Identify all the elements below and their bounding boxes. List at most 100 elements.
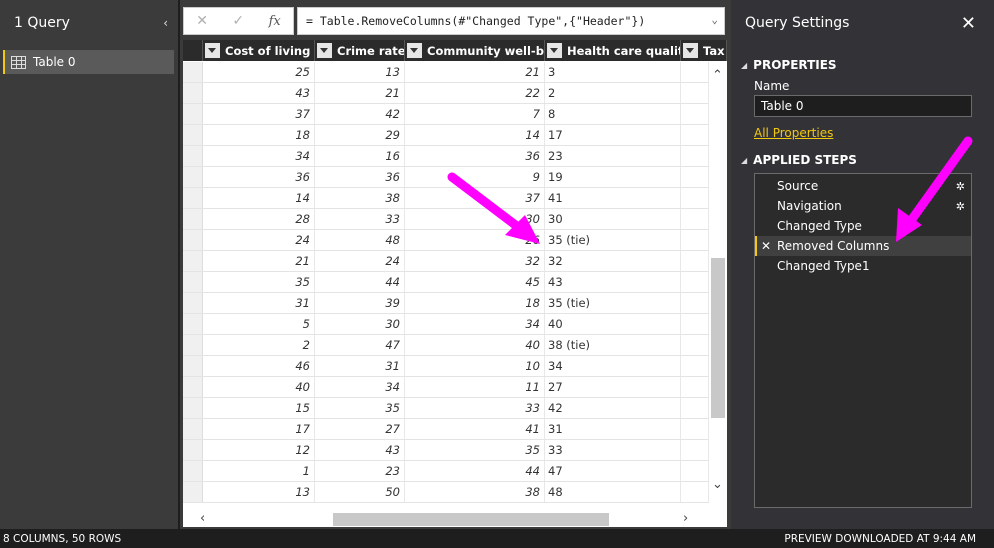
table-cell[interactable]: 36 bbox=[203, 167, 315, 187]
row-index-cell[interactable] bbox=[183, 398, 203, 418]
table-row[interactable]: 18 29 14 17 bbox=[183, 125, 709, 146]
table-cell[interactable]: 42 bbox=[545, 398, 681, 418]
table-cell[interactable]: 12 bbox=[203, 440, 315, 460]
table-cell[interactable]: 3 bbox=[545, 62, 681, 82]
row-index-cell[interactable] bbox=[183, 272, 203, 292]
collapse-pane-icon[interactable]: ‹ bbox=[163, 16, 168, 30]
column-header-cost-of-living[interactable]: Cost of living bbox=[203, 40, 315, 61]
table-cell[interactable]: 21 bbox=[203, 251, 315, 271]
filter-dropdown-icon[interactable] bbox=[407, 43, 422, 58]
table-cell[interactable]: 18 bbox=[203, 125, 315, 145]
scroll-up-icon[interactable]: ⌃ bbox=[712, 68, 723, 83]
query-item-table-0[interactable]: Table 0 bbox=[3, 50, 174, 74]
table-cell[interactable]: 34 bbox=[545, 356, 681, 376]
table-cell[interactable]: 44 bbox=[315, 272, 405, 292]
table-cell[interactable]: 11 bbox=[405, 377, 545, 397]
applied-steps-heading[interactable]: ◢ APPLIED STEPS bbox=[741, 153, 857, 167]
row-index-cell[interactable] bbox=[183, 83, 203, 103]
fx-icon[interactable]: fx bbox=[269, 14, 281, 29]
table-cell[interactable] bbox=[681, 398, 709, 418]
row-index-cell[interactable] bbox=[183, 146, 203, 166]
row-index-cell[interactable] bbox=[183, 440, 203, 460]
table-cell[interactable]: 34 bbox=[203, 146, 315, 166]
table-row[interactable]: 46 31 10 34 bbox=[183, 356, 709, 377]
column-header-community-well-being[interactable]: Community well-being bbox=[405, 40, 545, 61]
table-cell[interactable]: 29 bbox=[315, 125, 405, 145]
row-index-cell[interactable] bbox=[183, 314, 203, 334]
table-cell[interactable]: 13 bbox=[315, 62, 405, 82]
step-removed-columns[interactable]: ✕ Removed Columns bbox=[755, 236, 971, 256]
table-cell[interactable]: 33 bbox=[405, 398, 545, 418]
table-row[interactable]: 34 16 36 23 bbox=[183, 146, 709, 167]
cancel-icon[interactable]: ✕ bbox=[196, 13, 208, 29]
row-index-cell[interactable] bbox=[183, 62, 203, 82]
row-index-cell[interactable] bbox=[183, 419, 203, 439]
row-index-cell[interactable] bbox=[183, 188, 203, 208]
column-header-tax-rate[interactable]: Tax rate bbox=[681, 40, 727, 61]
table-row[interactable]: 35 44 45 43 bbox=[183, 272, 709, 293]
table-cell[interactable] bbox=[681, 293, 709, 313]
commit-icon[interactable]: ✓ bbox=[232, 13, 244, 29]
table-row[interactable]: 2 47 40 38 (tie) bbox=[183, 335, 709, 356]
table-cell[interactable]: 50 bbox=[315, 482, 405, 502]
table-cell[interactable]: 40 bbox=[405, 335, 545, 355]
table-cell[interactable]: 43 bbox=[203, 83, 315, 103]
vertical-scrollbar[interactable]: ⌃ ⌄ bbox=[709, 62, 727, 510]
filter-dropdown-icon[interactable] bbox=[205, 43, 220, 58]
table-cell[interactable]: 14 bbox=[405, 125, 545, 145]
horizontal-scroll-thumb[interactable] bbox=[333, 513, 609, 526]
row-index-cell[interactable] bbox=[183, 335, 203, 355]
table-cell[interactable]: 37 bbox=[203, 104, 315, 124]
table-cell[interactable]: 41 bbox=[405, 419, 545, 439]
table-cell[interactable]: 43 bbox=[315, 440, 405, 460]
table-cell[interactable]: 16 bbox=[315, 146, 405, 166]
table-cell[interactable] bbox=[681, 419, 709, 439]
table-cell[interactable] bbox=[681, 188, 709, 208]
table-cell[interactable] bbox=[681, 167, 709, 187]
all-properties-link[interactable]: All Properties bbox=[754, 126, 833, 140]
table-cell[interactable]: 34 bbox=[405, 314, 545, 334]
collapse-triangle-icon[interactable]: ◢ bbox=[741, 61, 747, 70]
table-row[interactable]: 12 43 35 33 bbox=[183, 440, 709, 461]
table-cell[interactable]: 24 bbox=[203, 230, 315, 250]
table-cell[interactable]: 48 bbox=[545, 482, 681, 502]
table-cell[interactable]: 26 bbox=[405, 230, 545, 250]
table-cell[interactable]: 37 bbox=[405, 188, 545, 208]
table-cell[interactable]: 31 bbox=[315, 356, 405, 376]
table-cell[interactable]: 7 bbox=[405, 104, 545, 124]
step-source[interactable]: Source ✲ bbox=[755, 176, 971, 196]
table-cell[interactable]: 48 bbox=[315, 230, 405, 250]
properties-heading[interactable]: ◢ PROPERTIES bbox=[741, 58, 837, 72]
vertical-scroll-thumb[interactable] bbox=[711, 258, 725, 418]
row-index-cell[interactable] bbox=[183, 482, 203, 502]
table-cell[interactable] bbox=[681, 356, 709, 376]
table-cell[interactable] bbox=[681, 209, 709, 229]
table-cell[interactable]: 32 bbox=[405, 251, 545, 271]
table-cell[interactable]: 2 bbox=[545, 83, 681, 103]
table-cell[interactable]: 27 bbox=[545, 377, 681, 397]
table-cell[interactable]: 32 bbox=[545, 251, 681, 271]
table-cell[interactable]: 31 bbox=[203, 293, 315, 313]
table-cell[interactable]: 19 bbox=[545, 167, 681, 187]
collapse-triangle-icon[interactable]: ◢ bbox=[741, 156, 747, 165]
table-cell[interactable]: 1 bbox=[203, 461, 315, 481]
step-changed-type[interactable]: Changed Type bbox=[755, 216, 971, 236]
table-cell[interactable] bbox=[681, 440, 709, 460]
row-index-cell[interactable] bbox=[183, 377, 203, 397]
table-row[interactable]: 15 35 33 42 bbox=[183, 398, 709, 419]
column-header-health-care-quality[interactable]: Health care quality bbox=[545, 40, 681, 61]
table-cell[interactable]: 18 bbox=[405, 293, 545, 313]
filter-dropdown-icon[interactable] bbox=[547, 43, 562, 58]
table-row[interactable]: 37 42 7 8 bbox=[183, 104, 709, 125]
table-cell[interactable]: 23 bbox=[315, 461, 405, 481]
scroll-right-icon[interactable]: › bbox=[683, 511, 688, 526]
scroll-left-icon[interactable]: ‹ bbox=[200, 511, 205, 526]
table-row[interactable]: 13 50 38 48 bbox=[183, 482, 709, 503]
table-row[interactable]: 25 13 21 3 bbox=[183, 62, 709, 83]
table-cell[interactable]: 14 bbox=[203, 188, 315, 208]
table-cell[interactable]: 46 bbox=[203, 356, 315, 376]
table-cell[interactable] bbox=[681, 377, 709, 397]
name-field[interactable] bbox=[754, 95, 972, 117]
table-cell[interactable]: 31 bbox=[545, 419, 681, 439]
table-cell[interactable]: 47 bbox=[315, 335, 405, 355]
